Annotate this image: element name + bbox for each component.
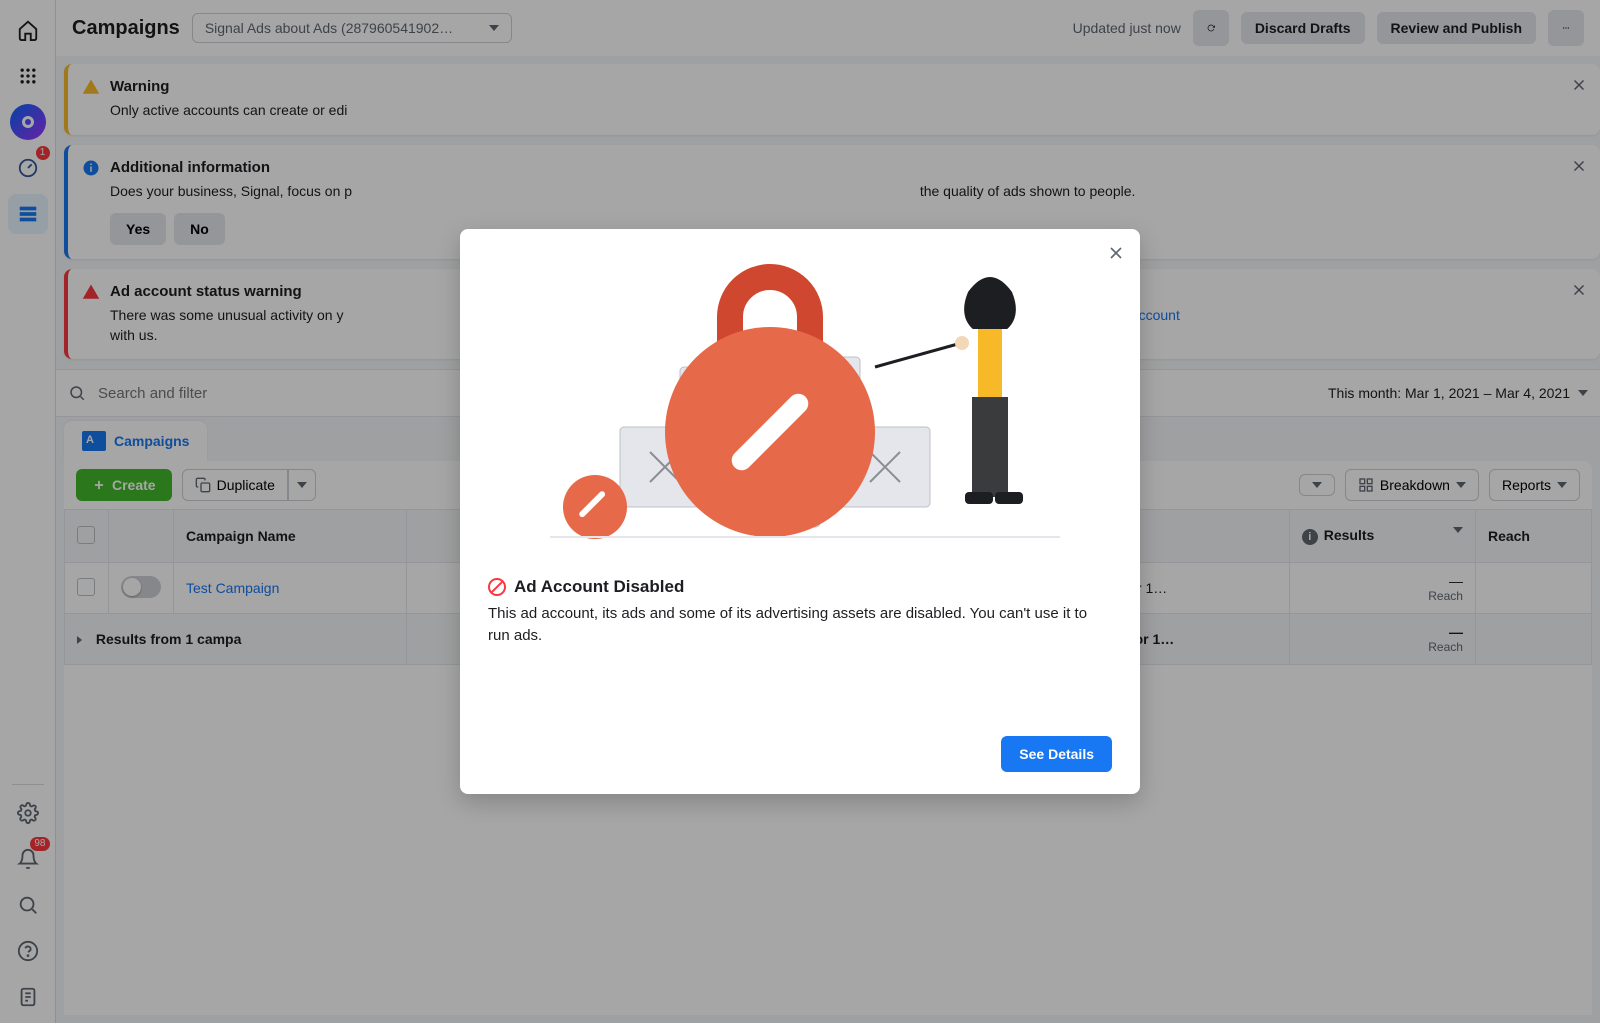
modal-illustration bbox=[488, 257, 1112, 557]
forbid-icon bbox=[488, 578, 506, 596]
modal-body: This ad account, its ads and some of its… bbox=[488, 603, 1112, 647]
modal-overlay[interactable]: Ad Account Disabled This ad account, its… bbox=[0, 0, 1600, 1023]
see-details-button[interactable]: See Details bbox=[1001, 736, 1112, 772]
close-icon bbox=[1106, 243, 1126, 263]
disabled-account-dialog: Ad Account Disabled This ad account, its… bbox=[460, 229, 1140, 795]
modal-title: Ad Account Disabled bbox=[488, 577, 1112, 597]
modal-close-button[interactable] bbox=[1106, 243, 1126, 263]
